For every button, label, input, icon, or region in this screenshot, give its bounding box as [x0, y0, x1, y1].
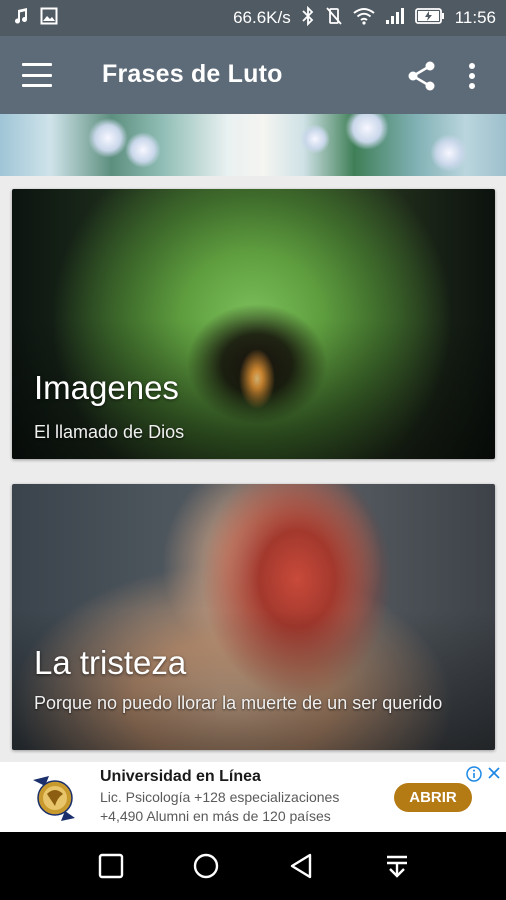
- notification-pull-icon[interactable]: [380, 849, 414, 883]
- university-logo-icon: [27, 772, 83, 824]
- vibrate-off-icon: [325, 6, 343, 31]
- card-subtitle: Porque no puedo llorar la muerte de un s…: [34, 693, 443, 713]
- home-circle-icon[interactable]: [189, 849, 223, 883]
- status-time: 11:56: [454, 8, 496, 27]
- category-card-imagenes[interactable]: Imagenes El llamado de Dios: [12, 189, 495, 459]
- ad-banner[interactable]: Universidad en Línea Lic. Psicología +12…: [0, 762, 506, 832]
- app-bar: Frases de Luto: [0, 36, 506, 114]
- share-icon[interactable]: [404, 58, 440, 94]
- navigation-bar: [0, 832, 506, 900]
- battery-charging-icon: [414, 7, 445, 29]
- ad-description-line-2: +4,490 Alumni en más de 120 países: [100, 808, 331, 824]
- more-vert-icon[interactable]: [460, 58, 484, 94]
- ad-title: Universidad en Línea: [100, 768, 261, 785]
- recents-square-icon[interactable]: [94, 849, 128, 883]
- card-title: Imagenes: [34, 369, 179, 406]
- back-triangle-icon[interactable]: [285, 849, 319, 883]
- app-title: Frases de Luto: [102, 60, 283, 88]
- network-speed: 66.6K/s: [233, 8, 291, 27]
- image-icon: [40, 7, 58, 30]
- music-icon: [12, 7, 30, 30]
- header-image: [0, 114, 506, 176]
- ad-close-icon[interactable]: [487, 766, 501, 780]
- bluetooth-icon: [301, 5, 315, 31]
- menu-icon[interactable]: [22, 60, 52, 90]
- category-card-la-tristeza[interactable]: La tristeza Porque no puedo llorar la mu…: [12, 484, 495, 750]
- status-bar: 66.6K/s 11:56: [0, 0, 506, 36]
- wifi-icon: [353, 7, 375, 30]
- card-subtitle: El llamado de Dios: [34, 422, 185, 442]
- ad-open-button[interactable]: ABRIR: [394, 783, 472, 812]
- ad-description-line-1: Lic. Psicología +128 especializaciones: [100, 789, 340, 805]
- signal-icon: [385, 7, 405, 30]
- ad-info-icon[interactable]: [466, 766, 482, 782]
- card-title: La tristeza: [34, 644, 187, 681]
